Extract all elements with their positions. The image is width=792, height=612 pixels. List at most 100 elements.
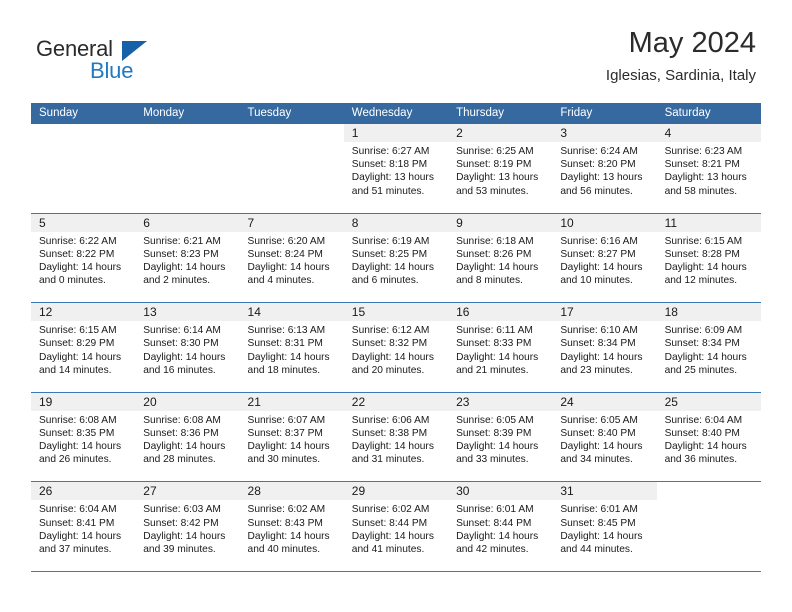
day-cell[interactable]: 16 Sunrise: 6:11 AM Sunset: 8:33 PM Dayligh… xyxy=(448,303,553,392)
daylight-text-line2: and 21 minutes. xyxy=(456,364,529,376)
sunrise-text: Sunrise: 6:05 AM xyxy=(456,414,534,426)
day-cell[interactable]: 22 Sunrise: 6:06 AM Sunset: 8:38 PM Dayligh… xyxy=(343,392,449,482)
daylight-text-line2: and 18 minutes. xyxy=(247,364,321,376)
sunset-text: Sunset: 8:26 PM xyxy=(456,248,532,260)
daylight-text-line1: Daylight: 14 hours xyxy=(664,351,747,363)
day-cell[interactable]: 10 Sunrise: 6:16 AM Sunset: 8:27 PM Dayligh… xyxy=(552,213,657,303)
day-cell[interactable]: 3 Sunrise: 6:24 AM Sunset: 8:20 PM Daylight… xyxy=(552,124,657,213)
day-cell[interactable]: 12 Sunrise: 6:15 AM Sunset: 8:29 PM Dayligh… xyxy=(31,303,136,392)
daylight-text-line1: Daylight: 14 hours xyxy=(39,262,122,273)
day-number-band: 6 xyxy=(135,213,240,232)
day-info: Sunrise: 6:20 AM Sunset: 8:24 PM Daylight:… xyxy=(240,232,344,288)
daylight-text-line1: Daylight: 14 hours xyxy=(351,262,434,273)
sunset-text: Sunset: 8:30 PM xyxy=(143,338,219,350)
daylight-text-line2: and 40 minutes. xyxy=(247,543,321,555)
daylight-text-line1: Daylight: 14 hours xyxy=(39,530,122,542)
day-of-week-wednesday: Wednesday xyxy=(351,107,413,119)
day-cell[interactable]: 31 Sunrise: 6:01 AM Sunset: 8:45 PM Dayligh… xyxy=(552,482,657,571)
day-number-band: 31 xyxy=(552,482,657,501)
daylight-text-line1: Daylight: 14 hours xyxy=(351,441,434,453)
day-cell[interactable]: 11 Sunrise: 6:15 AM Sunset: 8:28 PM Dayligh… xyxy=(656,213,761,303)
day-cell[interactable]: 8 Sunrise: 6:19 AM Sunset: 8:25 PM Daylight… xyxy=(343,213,449,303)
daylight-text-line2: and 36 minutes. xyxy=(664,454,738,466)
day-cell[interactable]: 28 Sunrise: 6:02 AM Sunset: 8:43 PM Dayligh… xyxy=(239,482,344,571)
day-number-band: 12 xyxy=(31,303,136,322)
sunset-text: Sunset: 8:40 PM xyxy=(560,427,636,439)
day-cell[interactable]: 9 Sunrise: 6:18 AM Sunset: 8:26 PM Daylight… xyxy=(448,213,553,303)
day-info: Sunrise: 6:01 AM Sunset: 8:45 PM Daylight:… xyxy=(552,500,656,556)
day-cell[interactable]: 7 Sunrise: 6:20 AM Sunset: 8:24 PM Daylight… xyxy=(239,213,344,303)
sunrise-text: Sunrise: 6:27 AM xyxy=(351,146,430,157)
sunrise-text: Sunrise: 6:04 AM xyxy=(664,414,743,426)
day-number: 19 xyxy=(39,394,53,409)
day-cell[interactable]: 4 Sunrise: 6:23 AM Sunset: 8:21 PM Daylight… xyxy=(656,124,761,213)
day-number-band: 16 xyxy=(448,303,553,322)
day-cell[interactable]: 19 Sunrise: 6:08 AM Sunset: 8:35 PM Dayligh… xyxy=(31,392,136,482)
day-info: Sunrise: 6:02 AM Sunset: 8:44 PM Daylight:… xyxy=(344,500,448,556)
day-cell[interactable]: 25 Sunrise: 6:04 AM Sunset: 8:40 PM Dayligh… xyxy=(656,392,761,482)
daylight-text-line1: Daylight: 14 hours xyxy=(143,262,226,273)
day-number-band: 25 xyxy=(656,392,761,411)
day-number: 12 xyxy=(39,305,53,320)
day-number: 28 xyxy=(247,484,261,499)
daylight-text-line1: Daylight: 14 hours xyxy=(143,530,226,542)
day-of-week-saturday: Saturday xyxy=(664,107,711,119)
page-subtitle: Iglesias, Sardinia, Italy xyxy=(605,67,756,84)
day-number-band xyxy=(240,124,344,142)
daylight-text-line1: Daylight: 14 hours xyxy=(456,441,539,453)
sunset-text: Sunset: 8:35 PM xyxy=(39,427,115,439)
daylight-text-line1: Daylight: 14 hours xyxy=(247,262,330,273)
day-number-band: 24 xyxy=(552,392,657,411)
day-cell[interactable]: 23 Sunrise: 6:05 AM Sunset: 8:39 PM Dayligh… xyxy=(448,392,553,482)
sunset-text: Sunset: 8:21 PM xyxy=(664,159,740,171)
daylight-text-line2: and 37 minutes. xyxy=(39,543,112,555)
calendar-weeks: 1 Sunrise: 6:27 AM Sunset: 8:18 PM Daylight… xyxy=(31,124,761,572)
sunset-text: Sunset: 8:31 PM xyxy=(247,338,323,350)
day-info: Sunrise: 6:18 AM Sunset: 8:26 PM Daylight:… xyxy=(448,232,552,288)
day-number: 7 xyxy=(247,215,255,230)
daylight-text-line1: Daylight: 14 hours xyxy=(351,530,434,542)
day-cell[interactable]: 29 Sunrise: 6:02 AM Sunset: 8:44 PM Dayligh… xyxy=(343,482,449,571)
daylight-text-line2: and 26 minutes. xyxy=(39,454,112,466)
sunset-text: Sunset: 8:44 PM xyxy=(351,517,428,529)
day-cell[interactable]: 1 Sunrise: 6:27 AM Sunset: 8:18 PM Daylight… xyxy=(343,124,449,213)
day-info: Sunrise: 6:24 AM Sunset: 8:20 PM Daylight:… xyxy=(552,142,656,198)
calendar-week-row: 26 Sunrise: 6:04 AM Sunset: 8:41 PM Dayligh… xyxy=(31,482,761,572)
daylight-text-line2: and 41 minutes. xyxy=(351,543,425,555)
calendar-grid: Sunday Monday Tuesday Wednesday Thursday Frid… xyxy=(31,103,761,572)
calendar-week-row: 12 Sunrise: 6:15 AM Sunset: 8:29 PM Dayligh… xyxy=(31,303,761,393)
day-of-week-tuesday: Tuesday xyxy=(247,107,292,119)
day-number-band: 5 xyxy=(31,213,136,232)
day-cell[interactable]: 2 Sunrise: 6:25 AM Sunset: 8:19 PM Daylight… xyxy=(448,124,553,213)
daylight-text-line1: Daylight: 13 hours xyxy=(456,172,539,184)
sunset-text: Sunset: 8:40 PM xyxy=(664,427,740,439)
daylight-text-line1: Daylight: 14 hours xyxy=(456,530,539,542)
day-cell[interactable]: 21 Sunrise: 6:07 AM Sunset: 8:37 PM Dayligh… xyxy=(239,392,344,482)
day-info: Sunrise: 6:23 AM Sunset: 8:21 PM Daylight:… xyxy=(657,142,761,198)
sunset-text: Sunset: 8:37 PM xyxy=(247,427,323,439)
calendar-week-row: 1 Sunrise: 6:27 AM Sunset: 8:18 PM Daylight… xyxy=(31,124,761,214)
sunrise-text: Sunrise: 6:08 AM xyxy=(39,414,117,426)
daylight-text-line2: and 25 minutes. xyxy=(664,364,738,376)
day-cell[interactable]: 6 Sunrise: 6:21 AM Sunset: 8:23 PM Daylight… xyxy=(135,213,240,303)
day-cell[interactable]: 26 Sunrise: 6:04 AM Sunset: 8:41 PM Dayligh… xyxy=(31,482,136,571)
day-cell[interactable]: 15 Sunrise: 6:12 AM Sunset: 8:32 PM Dayligh… xyxy=(343,303,449,392)
day-cell[interactable]: 5 Sunrise: 6:22 AM Sunset: 8:22 PM Daylight… xyxy=(31,213,136,303)
daylight-text-line2: and 0 minutes. xyxy=(39,275,106,287)
day-cell[interactable]: 13 Sunrise: 6:14 AM Sunset: 8:30 PM Dayligh… xyxy=(135,303,240,392)
daylight-text-line2: and 14 minutes. xyxy=(39,364,112,376)
day-cell[interactable]: 27 Sunrise: 6:03 AM Sunset: 8:42 PM Dayligh… xyxy=(135,482,240,571)
day-of-week-sunday: Sunday xyxy=(39,107,79,119)
sunset-text: Sunset: 8:34 PM xyxy=(664,338,740,350)
day-cell[interactable]: 17 Sunrise: 6:10 AM Sunset: 8:34 PM Dayligh… xyxy=(552,303,657,392)
day-cell[interactable]: 14 Sunrise: 6:13 AM Sunset: 8:31 PM Dayligh… xyxy=(239,303,344,392)
day-cell[interactable]: 20 Sunrise: 6:08 AM Sunset: 8:36 PM Dayligh… xyxy=(135,392,240,482)
day-cell[interactable]: 24 Sunrise: 6:05 AM Sunset: 8:40 PM Dayligh… xyxy=(552,392,657,482)
general-blue-logo: General Blue xyxy=(36,36,196,84)
calendar-week-row: 19 Sunrise: 6:08 AM Sunset: 8:35 PM Dayligh… xyxy=(31,392,761,483)
sunset-text: Sunset: 8:18 PM xyxy=(351,159,428,171)
day-cell[interactable]: 30 Sunrise: 6:01 AM Sunset: 8:44 PM Dayligh… xyxy=(448,482,553,571)
day-number-band: 3 xyxy=(552,124,657,142)
daylight-text-line2: and 28 minutes. xyxy=(143,454,216,466)
day-cell[interactable]: 18 Sunrise: 6:09 AM Sunset: 8:34 PM Dayligh… xyxy=(656,303,761,392)
